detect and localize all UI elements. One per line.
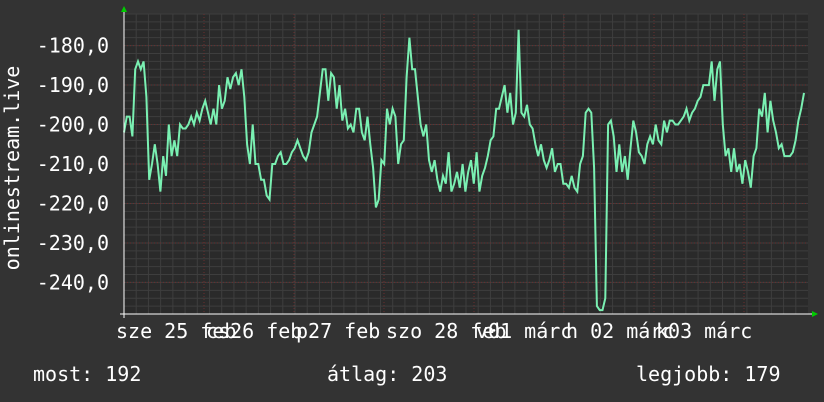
legend-average: átlag: 203 [327,362,447,386]
y-axis-arrow [121,6,127,12]
y-axis-label: onlinestream.live [0,66,24,271]
y-tick-label: -210,0 [37,152,109,176]
legend-best: legjobb: 179 [636,362,781,386]
y-tick-label: -230,0 [37,231,109,255]
legend-average-label: átlag: [327,362,400,386]
y-tick-label: -190,0 [37,73,109,97]
y-tick-label: -240,0 [37,270,109,294]
y-tick-label: -180,0 [37,34,109,58]
x-tick-label: v01 márc [476,319,572,343]
y-tick-label: -200,0 [37,113,109,137]
y-tick-label: -220,0 [37,191,109,215]
x-tick-label: p27 feb [296,319,380,343]
legend-now-label: most: [33,362,94,386]
x-tick-label: k03 márc [656,319,752,343]
y-axis-ticks: -180,0 -190,0 -200,0 -210,0 -220,0 -230,0 -240… [37,34,109,295]
chart-window: -180,0 -190,0 -200,0 -210,0 -220,0 -230,0 -240… [0,0,824,402]
legend-now-value: 192 [105,362,142,386]
legend-now: most: 192 [33,362,141,386]
legend-best-value: 179 [744,362,781,386]
x-axis-ticks: sze 25 febcs26 febp27 feb szo 28 febv01 m… [116,319,752,343]
legend-best-label: legjobb: [636,362,733,386]
legend-average-value: 203 [411,362,448,386]
x-axis-arrow [812,311,818,317]
x-tick-label: cs26 feb [206,319,302,343]
line-chart: -180,0 -190,0 -200,0 -210,0 -220,0 -230,0 -240… [0,6,818,343]
